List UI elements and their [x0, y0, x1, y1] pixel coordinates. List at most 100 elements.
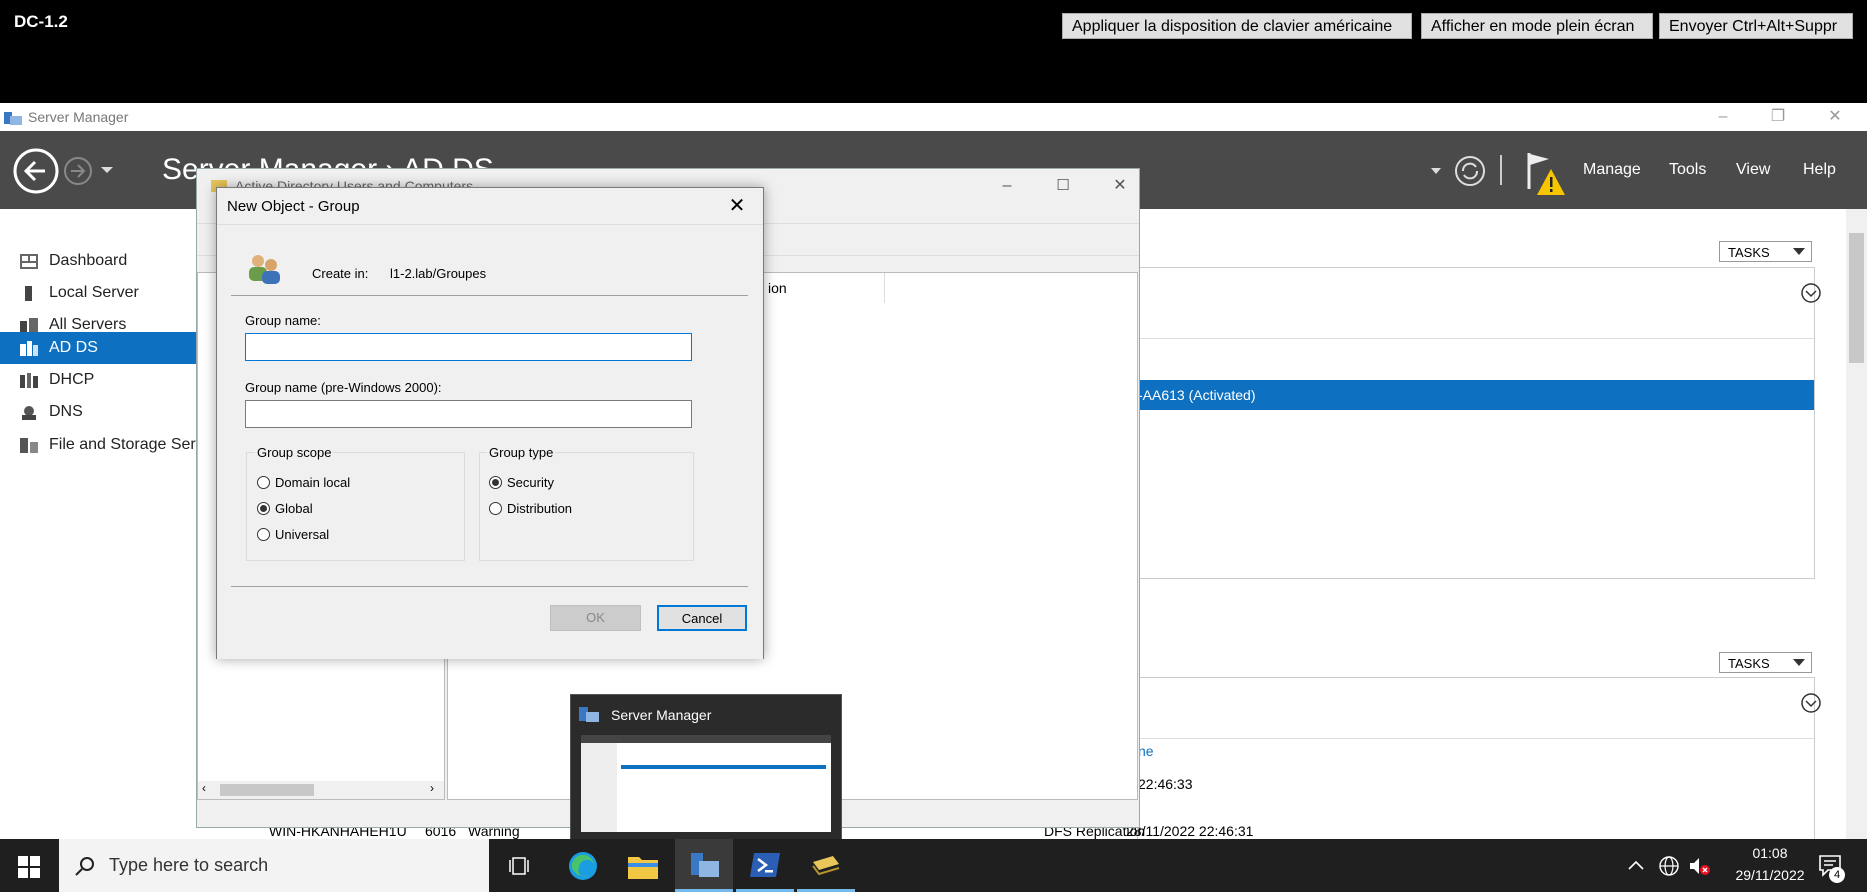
scroll-right-icon[interactable]: › — [430, 781, 434, 795]
dns-icon — [22, 406, 36, 420]
collapse-chevron-icon[interactable] — [1800, 282, 1822, 304]
refresh-dropdown-icon[interactable] — [1430, 167, 1442, 175]
activation-row[interactable]: -AA613 (Activated) — [1138, 380, 1814, 410]
nav-local-server[interactable]: Local Server — [0, 277, 197, 309]
dialog-separator — [231, 586, 748, 587]
ok-button[interactable]: OK — [550, 605, 641, 631]
nav-dns[interactable]: DNS — [0, 396, 197, 428]
network-globe-icon[interactable] — [1658, 855, 1680, 877]
menu-view[interactable]: View — [1736, 161, 1770, 179]
volume-muted-icon[interactable] — [1688, 855, 1712, 877]
powershell-icon — [750, 853, 780, 877]
refresh-icon[interactable] — [1453, 154, 1487, 188]
send-ctrl-alt-del-button[interactable]: Envoyer Ctrl+Alt+Suppr — [1659, 13, 1853, 39]
tree-horizontal-scrollbar[interactable]: ‹ › — [198, 781, 444, 799]
header-divider — [1500, 155, 1502, 185]
event-date: 28/11/2022 22:46:31 — [1126, 823, 1254, 839]
clock-date[interactable]: 29/11/2022 — [1725, 867, 1815, 883]
nav-dashboard[interactable]: Dashboard — [0, 245, 197, 277]
column-header-partial: ne — [1138, 743, 1154, 759]
cancel-button[interactable]: Cancel — [657, 605, 747, 631]
search-icon — [75, 857, 94, 876]
radio-label: Domain local — [275, 475, 351, 490]
aduc-maximize-button[interactable]: ☐ — [1048, 171, 1078, 201]
group-scope-label: Group scope — [255, 445, 334, 460]
nav-file-storage[interactable]: File and Storage Services — [0, 429, 232, 461]
server-manager-scrollbar[interactable] — [1846, 209, 1867, 839]
radio-dot-selected — [257, 502, 270, 515]
windows-start-icon[interactable] — [18, 856, 40, 878]
events-panel: ne 22:46:33 — [1137, 677, 1821, 841]
minimize-button[interactable]: – — [1700, 103, 1746, 131]
task-view-button[interactable] — [489, 839, 547, 892]
back-arrow-icon[interactable] — [12, 147, 60, 195]
nav-label: Dashboard — [49, 252, 128, 269]
close-button[interactable]: ✕ — [1812, 103, 1858, 131]
scrollbar-thumb[interactable] — [220, 784, 314, 796]
nav-label: AD DS — [49, 339, 98, 356]
forward-arrow-icon[interactable] — [62, 155, 94, 187]
radio-label: Security — [507, 475, 554, 490]
task-view-icon — [509, 857, 529, 875]
remote-console-bar: DC-1.2 Appliquer la disposition de clavi… — [0, 0, 1867, 103]
thumbnail-nav — [581, 743, 617, 832]
server-manager-app-icon — [4, 112, 22, 125]
scrollbar-thumb[interactable] — [1849, 233, 1864, 363]
window-title: Server Manager — [28, 109, 129, 125]
radio-dot-selected — [489, 476, 502, 489]
thumbnail-title: Server Manager — [611, 707, 712, 723]
tasks-dropdown-top[interactable]: TASKS — [1719, 241, 1812, 262]
group-users-icon — [249, 255, 280, 284]
dialog-separator — [231, 295, 748, 296]
restore-button[interactable]: ❐ — [1755, 103, 1801, 131]
radio-label: Global — [275, 501, 313, 516]
menu-manage[interactable]: Manage — [1583, 161, 1641, 179]
apply-us-keyboard-button[interactable]: Appliquer la disposition de clavier amér… — [1062, 13, 1412, 39]
nav-dhcp[interactable]: DHCP — [0, 364, 197, 396]
menu-help[interactable]: Help — [1803, 161, 1836, 179]
notification-count-badge: 4 — [1829, 867, 1845, 883]
nav-label: Local Server — [49, 284, 139, 301]
radio-dot — [257, 476, 270, 489]
panel-divider — [1138, 338, 1814, 339]
group-name-pre2000-input[interactable] — [245, 400, 692, 428]
aduc-close-button[interactable]: ✕ — [1105, 171, 1135, 201]
tasks-dropdown-bottom[interactable]: TASKS — [1719, 652, 1812, 673]
taskbar-thumbnail-preview[interactable]: Server Manager — [570, 694, 842, 843]
history-dropdown-icon[interactable] — [100, 165, 114, 175]
server-icon — [25, 286, 32, 301]
nav-ad-ds[interactable]: AD DS — [0, 332, 197, 364]
group-type-label: Group type — [487, 445, 556, 460]
column-divider — [884, 273, 885, 303]
dialog-title: New Object - Group — [227, 198, 360, 215]
server-manager-taskbar-button[interactable] — [675, 839, 733, 892]
collapse-chevron-icon[interactable] — [1800, 692, 1822, 714]
server-manager-titlebar: Server Manager – ❐ ✕ — [0, 103, 1867, 131]
group-name-pre2000-label: Group name (pre-Windows 2000): — [245, 380, 442, 395]
create-in-value: l1-2.lab/Groupes — [390, 266, 487, 281]
notifications-flag-warning-icon[interactable] — [1525, 151, 1567, 197]
new-group-dialog: New Object - Group ✕ Create in: l1-2.lab… — [216, 187, 764, 659]
radio-dot — [257, 528, 270, 541]
edge-taskbar-button[interactable] — [553, 839, 611, 892]
show-hidden-icons-chevron[interactable] — [1628, 859, 1644, 871]
storage-icon — [20, 438, 38, 453]
folder-icon — [628, 857, 658, 879]
edge-icon — [569, 852, 597, 880]
group-name-input[interactable] — [245, 333, 692, 361]
server-manager-nav: Dashboard Local Server All Servers AD DS… — [0, 209, 232, 839]
dialog-close-button[interactable]: ✕ — [717, 192, 757, 220]
aduc-taskbar-button[interactable] — [797, 839, 855, 892]
taskbar-search-box[interactable]: Type here to search — [59, 839, 489, 892]
powershell-taskbar-button[interactable] — [736, 839, 794, 892]
radio-dot — [489, 502, 502, 515]
file-explorer-taskbar-button[interactable] — [614, 839, 672, 892]
menu-tools[interactable]: Tools — [1669, 161, 1706, 179]
clock-time[interactable]: 01:08 — [1735, 845, 1805, 861]
properties-panel: -AA613 (Activated) — [1137, 267, 1821, 579]
nav-label: DHCP — [49, 371, 95, 388]
scroll-left-icon[interactable]: ‹ — [202, 781, 206, 795]
radio-label: Distribution — [507, 501, 573, 516]
fullscreen-button[interactable]: Afficher en mode plein écran — [1421, 13, 1653, 39]
aduc-minimize-button[interactable]: – — [992, 171, 1022, 201]
